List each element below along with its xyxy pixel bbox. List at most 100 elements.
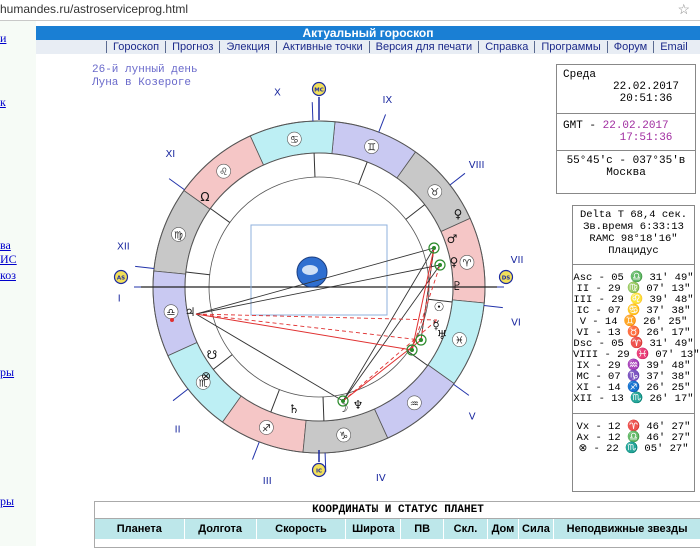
zodiac-sign-glyph: ♊ — [367, 143, 376, 154]
coords-col-header: Сила — [519, 519, 555, 539]
cusp-tick — [378, 114, 387, 133]
menu-horoscope[interactable]: Гороскоп — [106, 41, 166, 53]
cusp-tick — [449, 172, 466, 186]
left-link-1[interactable]: и — [0, 31, 6, 46]
coords-col-header: Широта — [346, 519, 402, 539]
menu-help[interactable]: Справка — [478, 41, 535, 53]
cusp-tick — [483, 305, 503, 309]
coords-col-header: ПВ — [401, 519, 444, 539]
house-system: Плацидус — [608, 245, 659, 257]
zodiac-sign-glyph: ♒ — [410, 399, 419, 410]
planet-glyph: ♇ — [452, 279, 463, 293]
left-link-2[interactable]: к — [0, 95, 6, 110]
gmt-row: GMT - 22.02.2017 — [557, 114, 695, 132]
house-number-label: VI — [511, 318, 521, 329]
coords-col-header: Неподвижные звезды — [554, 519, 700, 539]
coords-col-header: Дом — [488, 519, 519, 539]
planet-glyph: ☉ — [434, 300, 445, 314]
menu-election[interactable]: Элекция — [219, 41, 276, 53]
house-number-label: IX — [382, 95, 392, 106]
planet-marker-dot — [432, 246, 436, 250]
local-date: 22.02.2017 — [612, 81, 679, 93]
planet-glyph: ♀ — [454, 207, 463, 221]
house-number-label: II — [175, 424, 181, 435]
coords-col-header: Скл. — [444, 519, 489, 539]
planet-glyph: ☿ — [432, 318, 439, 332]
coords-col-header: Скорость — [257, 519, 347, 539]
house-cusps-box: Delta T 68,4 сек. Зв.время 6:33:13 RAMC … — [572, 205, 700, 492]
zodiac-sign-glyph: ♈ — [462, 258, 471, 269]
menu-forum[interactable]: Форум — [606, 41, 654, 53]
ramc: RAMC 98°18'16" — [589, 233, 678, 245]
menu-programs[interactable]: Программы — [534, 41, 607, 53]
left-link-4[interactable]: ИС — [0, 252, 17, 267]
local-time: 20:51:36 — [619, 93, 673, 105]
house-number-label: XII — [117, 241, 130, 252]
left-link-3[interactable]: ва — [0, 238, 11, 253]
zodiac-sign-glyph: ♌ — [219, 167, 228, 178]
cusp-tick — [251, 441, 260, 460]
planet-glyph: ♃ — [185, 305, 196, 319]
city: Москва — [606, 167, 646, 179]
planet-glyph: Ω — [200, 190, 209, 204]
zodiac-sign-glyph: ♉ — [430, 188, 439, 199]
planet-glyph: ♀ — [450, 255, 459, 269]
bookmark-star-icon[interactable]: ☆ — [677, 1, 690, 18]
left-link-5[interactable]: коз — [0, 268, 16, 283]
page-title: Актуальный гороскоп — [36, 26, 700, 40]
house-cusp-row: XII - 13 ♏ 26' 17" — [573, 393, 694, 405]
planet-glyph: ♆ — [353, 398, 364, 412]
menu-print-version[interactable]: Версия для печати — [368, 41, 479, 53]
zodiac-sign-glyph: ♐ — [262, 423, 271, 434]
planet-glyph: ♄ — [289, 402, 300, 416]
house-number-label: VIII — [469, 160, 485, 171]
coords-col-header: Долгота — [185, 519, 257, 539]
delta-t: Delta T 68,4 сек. — [579, 209, 688, 221]
house-number-label: X — [274, 87, 281, 98]
cusp-tick — [311, 102, 314, 122]
planet-marker-dot — [341, 399, 345, 403]
planet-marker-dot — [438, 263, 442, 267]
axis-label-asc: AS — [117, 276, 125, 282]
main-menu: Гороскоп Прогноз Элекция Активные точки Верс… — [36, 40, 700, 54]
house-number-label: IV — [376, 473, 386, 484]
planet-coords-table: КООРДИНАТЫ И СТАТУС ПЛАНЕТ Планета Долгот… — [94, 501, 700, 548]
coords-title: КООРДИНАТЫ И СТАТУС ПЛАНЕТ — [312, 504, 484, 516]
cusp-tick — [168, 178, 185, 191]
left-link-7[interactable]: ры — [0, 494, 14, 509]
menu-forecast[interactable]: Прогноз — [165, 41, 220, 53]
url-text[interactable]: humandes.ru/astroserviceprog.html — [0, 2, 188, 16]
datetime-box: Среда 22.02.2017 20:51:36 GMT - 22.02.20… — [556, 64, 696, 194]
axis-label-dsc: DS — [502, 276, 511, 282]
zodiac-sign-glyph: ♎ — [167, 308, 176, 319]
gmt-time: 17:51:36 — [619, 132, 673, 144]
coords-header-row: Планета Долгота Скорость Широта ПВ Скл. Дом Сил… — [95, 518, 700, 539]
planet-glyph: ♂ — [447, 232, 458, 246]
natal-chart-wheel: ♈♉♊♋♌♍♎♏♐♑♒♓IIIIII IVVVIVIIVIIIIXXXIXIIMC… — [113, 81, 524, 487]
house-number-label: III — [263, 476, 272, 487]
house-number-label: VII — [511, 255, 524, 266]
cusp-tick — [135, 265, 155, 269]
browser-url-bar[interactable]: humandes.ru/astroserviceprog.html ☆ — [0, 0, 700, 21]
geo-coords: 55°45'с - 037°35'в — [566, 155, 686, 167]
left-link-6[interactable]: ры — [0, 365, 14, 380]
left-page-strip: и к ва ИС коз ры ры — [0, 21, 36, 546]
axis-label-ic: IC — [316, 469, 322, 475]
menu-email[interactable]: Email — [653, 41, 694, 53]
zodiac-sign-glyph: ♋ — [290, 135, 299, 146]
zodiac-sign-glyph: ♍ — [174, 230, 183, 241]
planet-glyph: ☋ — [207, 348, 218, 362]
globe-land — [302, 265, 318, 275]
house-number-label: XI — [165, 149, 175, 160]
weekday: Среда — [563, 69, 597, 81]
menu-active-points[interactable]: Активные точки — [275, 41, 369, 53]
coords-col-header: Планета — [95, 519, 185, 539]
special-point-row: ⊗ - 22 ♏ 05' 27" — [578, 443, 689, 455]
sidereal-time: Зв.время 6:33:13 — [583, 221, 684, 233]
zodiac-sign-glyph: ♓ — [455, 336, 464, 347]
axis-label-mc: MC — [314, 88, 324, 94]
gmt-label: GMT - — [563, 120, 597, 132]
cusp-tick — [453, 383, 470, 396]
house-number-label: V — [469, 412, 476, 423]
zodiac-sign-glyph: ♑ — [339, 431, 348, 442]
